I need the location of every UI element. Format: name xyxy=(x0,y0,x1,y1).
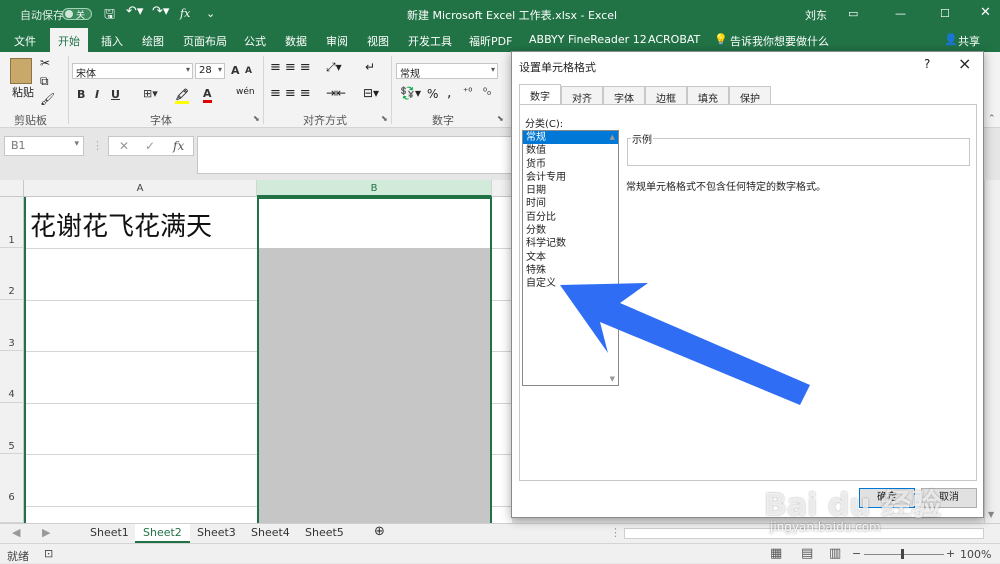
watermark-logo: Bai du 经验 xyxy=(764,488,942,523)
annotation-arrow xyxy=(560,283,810,405)
watermark-url: jingyan.baidu.com xyxy=(770,520,881,534)
arrow-icon xyxy=(560,283,810,405)
